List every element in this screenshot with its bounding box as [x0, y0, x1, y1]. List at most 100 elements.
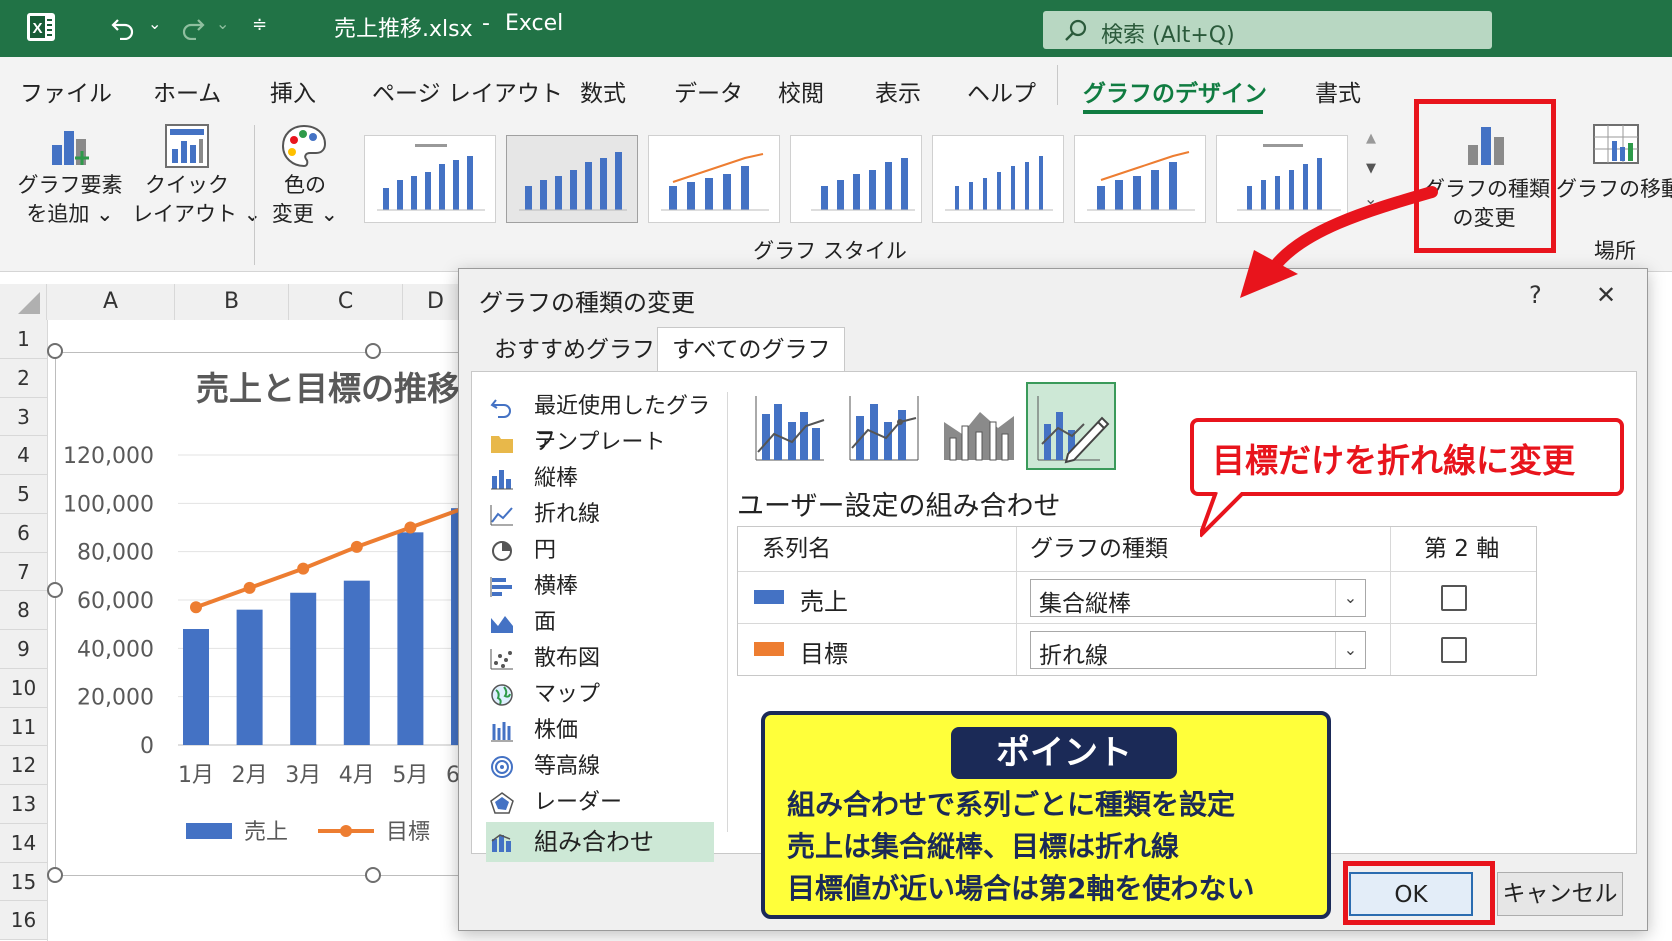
resize-handle-middle-left[interactable] [47, 582, 63, 598]
column-header-b[interactable]: B [175, 284, 289, 320]
row-header[interactable]: 14 [0, 823, 47, 863]
row-header[interactable]: 8 [0, 591, 47, 630]
chart-style-1[interactable] [364, 135, 496, 223]
column-header-c[interactable]: C [289, 284, 403, 320]
redo-icon[interactable] [180, 14, 206, 40]
category-surface[interactable]: 等高線 [486, 750, 714, 784]
chevron-down-icon[interactable]: ⌄ [1335, 580, 1365, 616]
combo-type-column-line[interactable] [744, 382, 834, 470]
x-tick-label: 3月 [285, 763, 321, 788]
category-scatter[interactable]: 散布図 [486, 642, 714, 676]
point-line-1: 組み合わせで系列ごとに種類を設定 [787, 788, 1236, 821]
column-header-d[interactable]: D [403, 284, 463, 320]
row-header[interactable]: 10 [0, 668, 47, 708]
category-combo[interactable]: 組み合わせ [486, 822, 714, 862]
point-目標 [404, 521, 417, 534]
stock-chart-icon [491, 722, 513, 742]
category-recent[interactable]: 最近使用したグラフ [486, 390, 714, 453]
tab-data[interactable]: データ [674, 74, 743, 108]
row-header[interactable]: 5 [0, 475, 47, 514]
add-chart-element-button[interactable]: グラフ要素 を追加 ⌄ [10, 119, 130, 239]
redo-dropdown-icon[interactable]: ⌄ [216, 14, 229, 33]
tab-help[interactable]: ヘルプ [967, 74, 1036, 108]
chart-style-3[interactable] [648, 135, 780, 223]
customize-toolbar-icon[interactable]: ≑ [252, 14, 267, 35]
help-button[interactable]: ? [1529, 281, 1542, 309]
document-name: 売上推移.xlsx [334, 17, 473, 42]
add-chart-element-icon [52, 131, 89, 165]
select-all-corner[interactable] [0, 284, 47, 320]
resize-handle-top-center[interactable] [365, 343, 381, 359]
row-header[interactable]: 3 [0, 397, 47, 437]
bar-売上 [183, 629, 209, 745]
search-input[interactable]: 検索 (Alt+Q) [1043, 11, 1492, 49]
tab-review[interactable]: 校閲 [778, 74, 824, 108]
svg-text:X: X [32, 20, 42, 37]
chart-style-2[interactable] [506, 135, 638, 223]
tab-home[interactable]: ホーム [153, 74, 221, 108]
secondary-axis-checkbox[interactable] [1441, 637, 1467, 663]
title-separator: - [482, 11, 490, 36]
resize-handle-bottom-left[interactable] [47, 867, 63, 883]
tab-recommended-charts[interactable]: おすすめグラフ [479, 327, 670, 372]
series-chart-type-select[interactable]: 集合縦棒 ⌄ [1030, 579, 1366, 617]
row-header[interactable]: 16 [0, 901, 47, 940]
x-tick-label: 5月 [392, 763, 428, 788]
series-chart-type-select[interactable]: 折れ線 ⌄ [1030, 631, 1366, 669]
callout-bubble: 目標だけを折れ線に変更 [1190, 418, 1624, 496]
resize-handle-bottom-center[interactable] [365, 867, 381, 883]
category-stock[interactable]: 株価 [486, 714, 714, 748]
change-colors-button[interactable]: 色の 変更 ⌄ [262, 119, 348, 239]
row-header[interactable]: 2 [0, 358, 47, 398]
row-header[interactable]: 12 [0, 746, 47, 785]
row-header[interactable]: 7 [0, 552, 47, 592]
category-map[interactable]: マップ [486, 678, 714, 712]
category-pie[interactable]: 円 [486, 534, 714, 568]
tab-chart-design[interactable]: グラフのデザイン [1083, 74, 1267, 108]
bar-売上 [397, 532, 424, 745]
gallery-up-icon[interactable]: ▲ [1366, 131, 1376, 146]
chart-style-4[interactable] [790, 135, 922, 223]
row-header[interactable]: 11 [0, 707, 47, 747]
chart-style-5[interactable] [932, 135, 1064, 223]
category-bar[interactable]: 横棒 [486, 570, 714, 604]
combo-type-custom[interactable] [1026, 382, 1116, 470]
tab-view[interactable]: 表示 [875, 74, 921, 108]
row-header[interactable]: 9 [0, 630, 47, 669]
row-header[interactable]: 15 [0, 862, 47, 902]
secondary-axis-checkbox[interactable] [1441, 585, 1467, 611]
resize-handle-top-left[interactable] [47, 343, 63, 359]
tab-all-charts[interactable]: すべてのグラフ [657, 327, 846, 372]
category-separator [727, 392, 728, 832]
series-table: 系列名 グラフの種類 第 2 軸 売上 集合縦棒 ⌄ 目標 折れ線 ⌄ [737, 526, 1537, 676]
category-area[interactable]: 面 [486, 606, 714, 640]
combo-type-column-line-secondary[interactable] [838, 382, 928, 470]
category-templates[interactable]: テンプレート [486, 426, 714, 460]
column-header-a[interactable]: A [47, 284, 175, 320]
category-line[interactable]: 折れ線 [486, 498, 714, 532]
row-header[interactable]: 4 [0, 436, 47, 475]
tab-insert[interactable]: 挿入 [270, 74, 316, 108]
y-tick-label: 20,000 [77, 686, 154, 711]
row-header[interactable]: 6 [0, 513, 47, 553]
category-radar[interactable]: レーダー [486, 786, 714, 820]
quick-layout-button[interactable]: クイック レイアウト ⌄ [132, 119, 261, 239]
cancel-button[interactable]: キャンセル [1497, 872, 1623, 916]
chart-title: 売上と目標の推移 [196, 369, 460, 408]
chevron-down-icon[interactable]: ⌄ [1335, 632, 1365, 668]
tab-formulas[interactable]: 数式 [580, 74, 626, 108]
undo-dropdown-icon[interactable]: ⌄ [148, 14, 161, 33]
move-chart-button[interactable]: グラフの移動 [1556, 119, 1672, 229]
tab-file[interactable]: ファイル [20, 74, 112, 108]
tab-page-layout[interactable]: ページ レイアウト [372, 74, 563, 108]
close-button[interactable]: ✕ [1596, 281, 1616, 309]
category-column[interactable]: 縦棒 [486, 462, 714, 496]
row-header[interactable]: 13 [0, 785, 47, 824]
undo-icon[interactable] [110, 14, 136, 40]
tab-format[interactable]: 書式 [1315, 74, 1361, 108]
row-header[interactable]: 1 [0, 320, 47, 359]
embedded-chart[interactable]: 売上と目標の推移 120,000 100,000 80,000 60,000 40,00… [55, 352, 482, 876]
combo-type-area-column[interactable] [932, 382, 1022, 470]
point-目標 [190, 601, 202, 614]
chart-style-6[interactable] [1074, 135, 1206, 223]
